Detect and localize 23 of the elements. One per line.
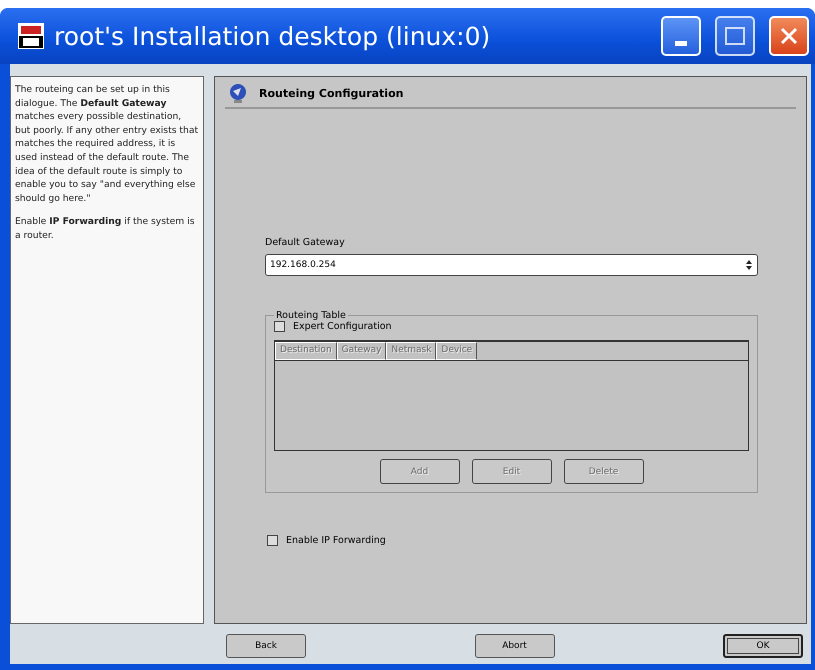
spinner-icon	[745, 259, 753, 271]
dialog-button[interactable]: Abort	[474, 634, 554, 658]
window-title: root's Installation desktop (linux:0)	[54, 22, 492, 50]
close-icon	[779, 26, 799, 46]
maximize-icon	[725, 27, 745, 45]
checkbox[interactable]	[267, 535, 278, 546]
app-icon	[18, 23, 44, 49]
gateway-combo-box[interactable]: 192.168.0.254	[265, 254, 758, 276]
help-text: Enable IP Forwarding if the system is a router.	[15, 215, 196, 243]
dialog-button[interactable]: Back	[226, 634, 306, 658]
checkbox-label: Expert Configuration	[293, 321, 392, 332]
field-label: Default Gateway	[265, 237, 346, 248]
maximize-button[interactable]	[715, 16, 755, 56]
minimize-icon	[675, 40, 687, 46]
checkbox-label: Enable IP Forwarding	[286, 535, 386, 546]
group-title: Routeing Table	[275, 310, 347, 321]
page-title: Routeing Configuration	[259, 86, 404, 100]
dialog-button[interactable]: OK	[723, 634, 803, 658]
globe-icon	[229, 83, 247, 103]
checkbox[interactable]	[274, 321, 285, 332]
minimize-button[interactable]	[661, 16, 701, 56]
close-button[interactable]	[769, 16, 809, 56]
help-text: The routeing can be set up in this dialogue. The Default Gateway matches every possible destination, but poorly. If any other entry exists that matches the required address, it is used instead of the default route. The idea of the default route is simply to enable you to say "and everything else should go here."	[15, 83, 199, 206]
